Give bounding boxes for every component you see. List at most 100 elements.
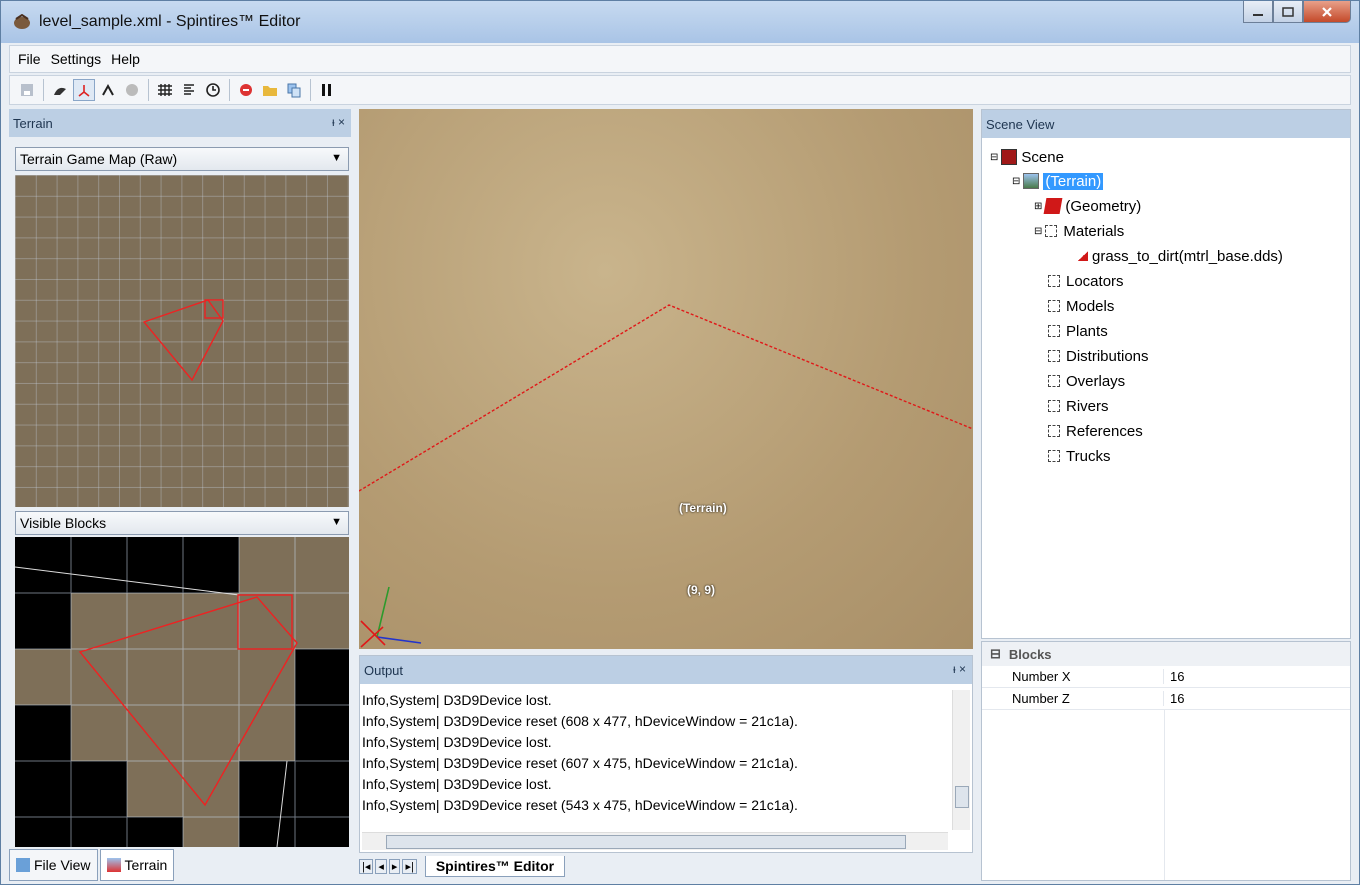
property-value[interactable]: 16 (1164, 691, 1184, 706)
visible-blocks-map[interactable] (15, 537, 349, 847)
scroll-thumb[interactable] (386, 835, 906, 849)
property-row[interactable]: Number X 16 (982, 666, 1350, 688)
folder-icon (1048, 400, 1060, 412)
property-category[interactable]: ⊟ Blocks (982, 642, 1350, 666)
clock-icon[interactable] (202, 79, 224, 101)
last-tab-nav-icon[interactable]: ▸| (402, 858, 417, 874)
menu-help[interactable]: Help (111, 51, 140, 67)
close-icon (1322, 6, 1332, 17)
terrain-outline-overlay (142, 299, 224, 382)
folder-icon (1048, 300, 1060, 312)
visible-blocks-dropdown-value: Visible Blocks (20, 515, 107, 531)
move-tool-icon[interactable] (49, 79, 71, 101)
output-panel-pin-close[interactable]: ᵻ × (953, 662, 966, 676)
tree-node-distributions[interactable]: Distributions (1048, 345, 1149, 367)
3d-viewport[interactable]: (Terrain) (9, 9) (359, 109, 973, 649)
open-folder-icon[interactable] (259, 79, 281, 101)
tree-node-material-item[interactable]: grass_to_dirt(mtrl_base.dds) (1078, 245, 1283, 267)
paint-tool-icon[interactable] (121, 79, 143, 101)
folder-icon (1048, 425, 1060, 437)
tree-node-geometry[interactable]: ⊞ (Geometry) (1034, 195, 1141, 217)
blocks-grid (15, 537, 349, 847)
tree-node-rivers[interactable]: Rivers (1048, 395, 1109, 417)
tree-node-materials[interactable]: ⊟ Materials (1034, 220, 1124, 242)
terrain-boundary-overlay (359, 304, 973, 648)
viewport-coords-label: (9, 9) (687, 583, 716, 597)
viewport-terrain-label: (Terrain) (679, 501, 727, 515)
menu-settings[interactable]: Settings (51, 51, 102, 67)
next-tab-nav-icon[interactable]: ▸ (388, 858, 401, 874)
material-icon (1078, 251, 1088, 261)
property-row[interactable]: Number Z 16 (982, 688, 1350, 710)
tree-node-trucks[interactable]: Trucks (1048, 445, 1110, 467)
terrain-image-icon (1023, 173, 1040, 189)
terrain-panel-title: Terrain (13, 115, 53, 131)
close-button[interactable] (1303, 1, 1351, 23)
title-bar: level_sample.xml - Spintires™ Editor (1, 1, 1359, 43)
save-icon[interactable] (16, 79, 38, 101)
minimize-button[interactable] (1243, 1, 1273, 23)
folder-icon (1045, 225, 1058, 237)
terrain-panel-header: Terrain ᵻ × (9, 109, 351, 137)
visible-blocks-dropdown[interactable]: Visible Blocks ▼ (15, 511, 349, 535)
first-tab-nav-icon[interactable]: |◂ (359, 858, 374, 874)
folder-icon (1048, 350, 1060, 362)
log-line: Info,System| D3D9Device reset (608 x 477… (362, 713, 798, 729)
grid-tool-icon[interactable] (154, 79, 176, 101)
folder-icon (1048, 375, 1060, 387)
app-icon (13, 13, 31, 30)
property-value[interactable]: 16 (1164, 669, 1184, 684)
tab-file-view[interactable]: File View (9, 849, 98, 881)
tree-node-scene[interactable]: ⊟ Scene (990, 146, 1064, 168)
chevron-down-icon: ▼ (331, 152, 342, 164)
file-view-icon (16, 858, 30, 872)
axes-tool-icon[interactable] (73, 79, 95, 101)
pause-icon[interactable] (316, 79, 338, 101)
app-window: level_sample.xml - Spintires™ Editor Fil… (0, 0, 1360, 885)
scene-view-title: Scene View (986, 116, 1055, 132)
document-tab-bar: |◂ ◂ ▸ ▸| Spintires™ Editor (359, 853, 566, 879)
menu-file[interactable]: File (18, 51, 41, 67)
tree-node-plants[interactable]: Plants (1048, 320, 1108, 342)
log-line: Info,System| D3D9Device reset (543 x 475… (362, 797, 798, 813)
output-panel-header: Output ᵻ × (360, 656, 972, 684)
tree-node-locators[interactable]: Locators (1048, 270, 1124, 292)
scene-view-panel: Scene View ⊟ Scene ⊟ (Terrain) ⊞ (Geomet… (981, 109, 1351, 639)
output-panel-title: Output (364, 662, 404, 678)
property-name: Number X (982, 669, 1164, 684)
property-name: Number Z (982, 691, 1164, 706)
tree-node-references[interactable]: References (1048, 420, 1143, 442)
copy-icon[interactable] (283, 79, 305, 101)
collapse-icon: ⊟ (990, 646, 1001, 661)
terrain-map-dropdown-value: Terrain Game Map (Raw) (20, 151, 178, 167)
chevron-down-icon: ▼ (331, 516, 342, 528)
toolbar (9, 75, 1351, 105)
maximize-button[interactable] (1273, 1, 1303, 23)
import-icon[interactable] (235, 79, 257, 101)
output-horizontal-scrollbar[interactable] (362, 832, 948, 850)
terrain-panel-pin-close[interactable]: ᵻ × (332, 115, 345, 129)
window-title: level_sample.xml - Spintires™ Editor (39, 13, 301, 30)
minimize-icon (1253, 13, 1263, 16)
prev-tab-nav-icon[interactable]: ◂ (375, 858, 387, 874)
terrain-game-map[interactable] (15, 175, 349, 507)
tree-node-models[interactable]: Models (1048, 295, 1114, 317)
tab-spintires-editor[interactable]: Spintires™ Editor (424, 855, 566, 877)
output-panel: Output ᵻ × Info,System| D3D9Device lost.… (359, 655, 973, 853)
log-line: Info,System| D3D9Device lost. (362, 692, 552, 708)
tree-node-terrain[interactable]: ⊟ (Terrain) (1012, 170, 1104, 192)
menu-bar: File Settings Help (9, 45, 1351, 73)
properties-panel: ⊟ Blocks Number X 16 Number Z 16 (981, 641, 1351, 881)
output-vertical-scrollbar[interactable] (952, 690, 970, 830)
terrain-map-dropdown[interactable]: Terrain Game Map (Raw) ▼ (15, 147, 349, 171)
maximize-icon (1282, 6, 1294, 17)
tab-terrain[interactable]: Terrain (99, 849, 175, 881)
tree-node-overlays[interactable]: Overlays (1048, 370, 1125, 392)
left-panel-tabs: File View Terrain (9, 849, 175, 881)
list-tool-icon[interactable] (178, 79, 200, 101)
folder-icon (1048, 450, 1060, 462)
plant-tool-icon[interactable] (97, 79, 119, 101)
scene-view-header: Scene View (982, 110, 1350, 138)
scroll-thumb[interactable] (955, 786, 969, 808)
folder-icon (1048, 275, 1060, 287)
